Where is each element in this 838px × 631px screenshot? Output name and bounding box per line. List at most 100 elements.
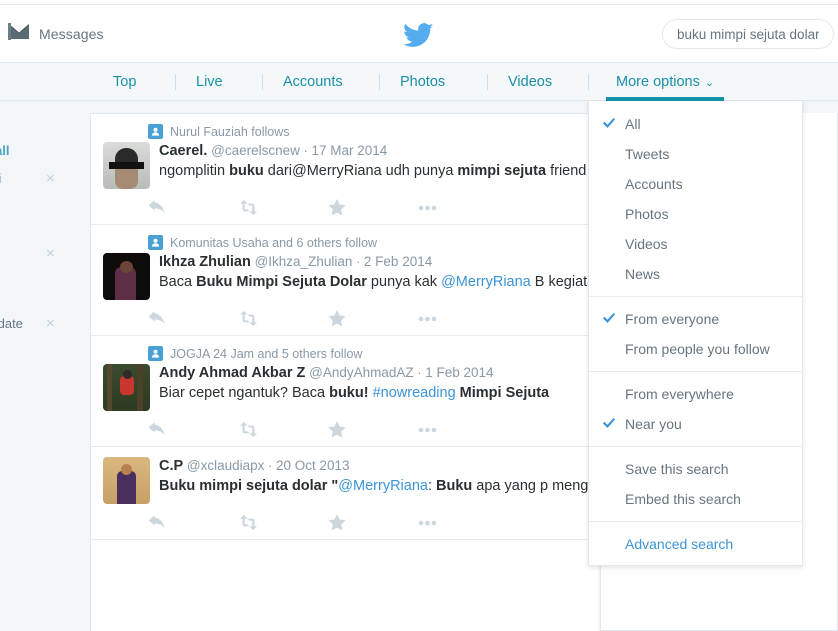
avatar[interactable] xyxy=(103,142,150,189)
favorite-icon[interactable] xyxy=(328,310,418,327)
tab-more-options[interactable]: More options ⌄ xyxy=(606,63,725,101)
tweet-timestamp[interactable]: 2 Feb 2014 xyxy=(364,254,432,269)
tweet-item[interactable]: C.P @xclaudiapx · 20 Oct 2013 Buku mimpi … xyxy=(91,447,598,540)
tweet-item[interactable]: Komunitas Usaha and 6 others follow Ikhza… xyxy=(91,225,598,336)
tweet-actions xyxy=(148,310,586,327)
tweet-context: Komunitas Usaha and 6 others follow xyxy=(148,235,586,250)
close-icon[interactable]: × xyxy=(46,171,55,186)
tweet-timestamp[interactable]: 17 Mar 2014 xyxy=(311,143,387,158)
favorite-icon[interactable] xyxy=(328,421,418,438)
sidebar-all-link[interactable]: all xyxy=(0,143,9,158)
menu-item-photos[interactable]: Photos xyxy=(589,199,802,229)
menu-item-accounts[interactable]: Accounts xyxy=(589,169,802,199)
tweet-separator: · xyxy=(264,458,276,473)
retweet-icon[interactable] xyxy=(238,421,328,438)
menu-item-tweets[interactable]: Tweets xyxy=(589,139,802,169)
messages-nav-item[interactable]: Messages xyxy=(8,23,104,45)
tweet-text-bold: mimpi sejuta xyxy=(457,163,547,179)
tweet-item[interactable]: JOGJA 24 Jam and 5 others follow Andy Ahm… xyxy=(91,336,598,447)
tweet-timestamp[interactable]: 1 Feb 2014 xyxy=(425,365,493,380)
tweet-context-label: JOGJA 24 Jam and 5 others follow xyxy=(170,346,363,361)
sidebar-row[interactable]: ri × xyxy=(0,171,90,189)
tweet-author-name[interactable]: Andy Ahmad Akbar Z xyxy=(159,365,305,381)
menu-item-embed-this-search[interactable]: Embed this search xyxy=(589,484,802,514)
tweet-item[interactable]: Nurul Fauziah follows Caerel. @caerelscne… xyxy=(91,114,598,225)
avatar[interactable] xyxy=(103,253,150,300)
more-icon[interactable] xyxy=(418,199,508,216)
tab-photos[interactable]: Photos xyxy=(400,63,445,101)
menu-item-label: All xyxy=(625,116,641,132)
tweet-author-name[interactable]: Ikhza Zhulian xyxy=(159,254,251,270)
reply-icon[interactable] xyxy=(148,514,238,531)
tab-videos[interactable]: Videos xyxy=(508,63,552,101)
reply-icon[interactable] xyxy=(148,199,238,216)
search-tabs-bar: Top Live Accounts Photos Videos More options ⌄ xyxy=(0,63,838,101)
tweet-hashtag[interactable]: #nowreading xyxy=(373,385,456,401)
reply-icon[interactable] xyxy=(148,310,238,327)
tab-accounts[interactable]: Accounts xyxy=(283,63,343,101)
tweet-author-handle[interactable]: @AndyAhmadAZ xyxy=(305,365,414,380)
menu-separator xyxy=(589,446,802,447)
tweet-stream[interactable]: Nurul Fauziah follows Caerel. @caerelscne… xyxy=(90,113,598,631)
tab-label: Live xyxy=(196,74,223,90)
menu-item-label: From people you follow xyxy=(625,341,770,357)
more-icon[interactable] xyxy=(418,421,508,438)
tweet-author-handle[interactable]: @Ikhza_Zhulian xyxy=(251,254,353,269)
menu-separator xyxy=(589,371,802,372)
search-container xyxy=(662,19,834,49)
menu-item-from-everywhere[interactable]: From everywhere xyxy=(589,379,802,409)
check-icon xyxy=(603,418,615,428)
favorite-icon[interactable] xyxy=(328,514,418,531)
tweet-separator: · xyxy=(413,365,426,380)
menu-item-label: Advanced search xyxy=(625,536,734,552)
sidebar-row[interactable]: × xyxy=(0,246,90,264)
menu-item-label: From everyone xyxy=(625,311,720,327)
menu-item-all[interactable]: All xyxy=(589,109,802,139)
menu-item-label: Save this search xyxy=(625,461,729,477)
tweet-mention[interactable]: @MerryRiana xyxy=(338,478,428,494)
tweet-author-name[interactable]: C.P xyxy=(159,458,183,474)
tweet-author-handle[interactable]: @xclaudiapx xyxy=(183,458,265,473)
tweet-mention[interactable]: @MerryRiana xyxy=(441,274,531,290)
tweet-timestamp[interactable]: 20 Oct 2013 xyxy=(276,458,350,473)
retweet-icon[interactable] xyxy=(238,310,328,327)
tweet-text: ngomplitin buku dari@MerryRiana udh puny… xyxy=(159,161,598,181)
menu-item-from-everyone[interactable]: From everyone xyxy=(589,304,802,334)
tweet-content: C.P @xclaudiapx · 20 Oct 2013 Buku mimpi … xyxy=(159,457,598,504)
tweet-content: Andy Ahmad Akbar Z @AndyAhmadAZ · 1 Feb … xyxy=(159,364,586,411)
twitter-bird-icon[interactable] xyxy=(403,23,434,54)
menu-item-label: Near you xyxy=(625,416,682,432)
menu-item-advanced-search[interactable]: Advanced search xyxy=(589,529,802,559)
menu-item-label: Embed this search xyxy=(625,491,741,507)
favorite-icon[interactable] xyxy=(328,199,418,216)
reply-icon[interactable] xyxy=(148,421,238,438)
menu-item-news[interactable]: News xyxy=(589,259,802,289)
menu-item-videos[interactable]: Videos xyxy=(589,229,802,259)
tweet-text-run: dari@MerryRiana udh punya xyxy=(263,163,458,179)
retweet-icon[interactable] xyxy=(238,199,328,216)
more-options-dropdown[interactable]: All Tweets Accounts Photos Videos News From ev… xyxy=(588,101,803,566)
avatar[interactable] xyxy=(103,364,150,411)
avatar[interactable] xyxy=(103,457,150,504)
person-icon xyxy=(148,235,163,250)
close-icon[interactable]: × xyxy=(46,316,55,331)
search-input[interactable] xyxy=(662,19,834,49)
retweet-icon[interactable] xyxy=(238,514,328,531)
more-icon[interactable] xyxy=(418,514,508,531)
close-icon[interactable]: × xyxy=(46,246,55,261)
sidebar-row[interactable]: ıdate × xyxy=(0,316,90,334)
tweet-text-bold: Buku mimpi sejuta dolar " xyxy=(159,478,339,494)
tab-live[interactable]: Live xyxy=(196,63,223,101)
tweet-author-line: Caerel. @caerelscnew · 17 Mar 2014 xyxy=(159,142,586,160)
tweet-text-bold: Mimpi Sejuta xyxy=(459,385,550,401)
envelope-icon xyxy=(8,23,30,45)
more-icon[interactable] xyxy=(418,310,508,327)
check-icon xyxy=(603,118,615,128)
tab-top[interactable]: Top xyxy=(113,63,136,101)
menu-item-from-people-you-follow[interactable]: From people you follow xyxy=(589,334,802,364)
tweet-author-name[interactable]: Caerel. xyxy=(159,143,207,159)
tweet-author-handle[interactable]: @caerelscnew xyxy=(207,143,300,158)
menu-item-save-this-search[interactable]: Save this search xyxy=(589,454,802,484)
menu-item-label: News xyxy=(625,266,661,282)
menu-item-near-you[interactable]: Near you xyxy=(589,409,802,439)
